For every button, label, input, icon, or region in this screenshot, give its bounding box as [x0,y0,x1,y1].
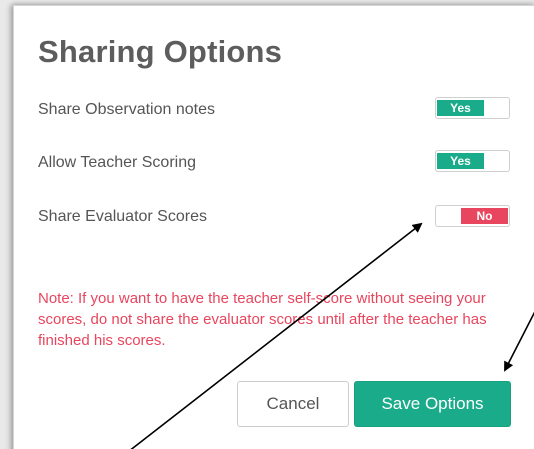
toggle-share-observation-notes[interactable]: Yes [435,97,510,119]
toggle-state-label: No [461,208,508,224]
option-label-share-observation-notes: Share Observation notes [38,101,215,118]
sharing-options-dialog: Sharing Options Share Observation notes … [13,5,534,449]
toggle-knob [486,152,508,170]
cancel-button[interactable]: Cancel [237,381,349,427]
note-text: Note: If you want to have the teacher se… [38,290,487,349]
screenshot-stage: Sharing Options Share Observation notes … [0,0,534,449]
dialog-title: Sharing Options [38,34,283,69]
toggle-knob [486,99,508,117]
toggle-share-evaluator-scores[interactable]: No [435,205,510,227]
toggle-state-label: Yes [437,100,484,116]
toggle-state-label: Yes [437,153,484,169]
option-label-share-evaluator-scores: Share Evaluator Scores [38,208,207,225]
save-options-button[interactable]: Save Options [354,381,511,427]
toggle-allow-teacher-scoring[interactable]: Yes [435,150,510,172]
option-label-allow-teacher-scoring: Allow Teacher Scoring [38,154,197,171]
